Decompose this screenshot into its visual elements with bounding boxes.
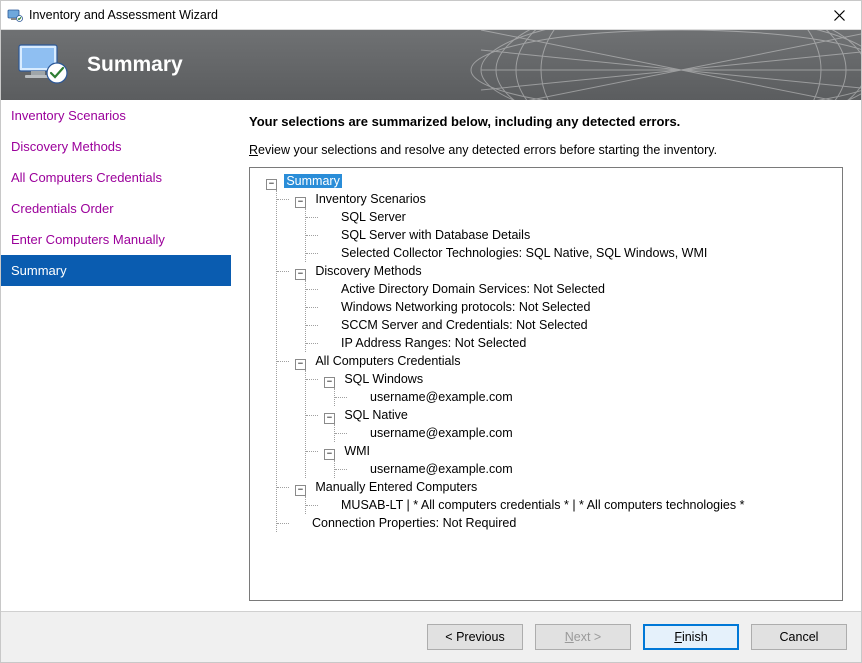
tree-leaf: SQL Server with Database Details (306, 226, 840, 244)
previous-button[interactable]: < Previous (427, 624, 523, 650)
content-subtext-hotkey: R (249, 143, 258, 157)
tree-leaf: SQL Server (306, 208, 840, 226)
wizard-header-icon (15, 41, 69, 90)
tree-leaf-label[interactable]: Connection Properties: Not Required (310, 516, 518, 530)
tree-leaf-connection-properties: Connection Properties: Not Required (277, 514, 840, 532)
next-button-rest: ext > (574, 630, 601, 644)
cancel-button-label: Cancel (780, 630, 819, 644)
tree-leaf-label[interactable]: SQL Server with Database Details (339, 228, 532, 242)
tree-node-manually-entered-computers: − Manually Entered Computers MUSAB-LT | … (277, 478, 840, 514)
previous-button-label: < Previous (445, 630, 504, 644)
sidebar-item-summary[interactable]: Summary (1, 255, 231, 286)
sidebar-item-credentials-order[interactable]: Credentials Order (1, 193, 231, 224)
tree-node-sql-native: − SQL Native username@example.com (306, 406, 840, 442)
minus-square-icon[interactable]: − (295, 485, 306, 496)
tree-node-discovery-methods: − Discovery Methods Active Directory Dom… (277, 262, 840, 352)
banner-decoration (461, 30, 861, 100)
tree-leaf-label[interactable]: Windows Networking protocols: Not Select… (339, 300, 592, 314)
minus-square-icon[interactable]: − (324, 413, 335, 424)
tree-leaf: MUSAB-LT | * All computers credentials *… (306, 496, 840, 514)
minus-square-icon[interactable]: − (295, 359, 306, 370)
summary-tree-panel[interactable]: − Summary − Inventory Scenarios SQL Serv… (249, 167, 843, 601)
tree-node-sql-windows: − SQL Windows username@example.com (306, 370, 840, 406)
tree-node-label[interactable]: Inventory Scenarios (313, 192, 427, 206)
tree-leaf-label[interactable]: Selected Collector Technologies: SQL Nat… (339, 246, 709, 260)
tree-root-label[interactable]: Summary (284, 174, 341, 188)
tree-node-label[interactable]: Manually Entered Computers (313, 480, 479, 494)
body: Inventory Scenarios Discovery Methods Al… (1, 100, 861, 611)
tree-node-label[interactable]: WMI (342, 444, 372, 458)
tree-leaf-label[interactable]: MUSAB-LT | * All computers credentials *… (339, 498, 746, 512)
tree-node-label[interactable]: SQL Native (342, 408, 409, 422)
minus-square-icon[interactable]: − (295, 269, 306, 280)
tree-node-label[interactable]: All Computers Credentials (313, 354, 462, 368)
tree-leaf-label[interactable]: SQL Server (339, 210, 408, 224)
sidebar-item-enter-computers-manually[interactable]: Enter Computers Manually (1, 224, 231, 255)
tree-leaf: Windows Networking protocols: Not Select… (306, 298, 840, 316)
finish-button-rest: inish (682, 630, 708, 644)
tree-leaf-label[interactable]: username@example.com (368, 462, 515, 476)
tree-node-label[interactable]: Discovery Methods (313, 264, 423, 278)
sidebar-item-discovery-methods[interactable]: Discovery Methods (1, 131, 231, 162)
tree-leaf: Active Directory Domain Services: Not Se… (306, 280, 840, 298)
finish-button-hotkey: F (674, 630, 682, 644)
tree-node-all-computers-credentials: − All Computers Credentials − SQL Window… (277, 352, 840, 478)
sidebar-item-inventory-scenarios[interactable]: Inventory Scenarios (1, 100, 231, 131)
tree-leaf-label[interactable]: IP Address Ranges: Not Selected (339, 336, 528, 350)
tree-leaf: IP Address Ranges: Not Selected (306, 334, 840, 352)
sidebar: Inventory Scenarios Discovery Methods Al… (1, 100, 231, 611)
minus-square-icon[interactable]: − (266, 179, 277, 190)
footer: < Previous Next > Finish Cancel (1, 611, 861, 662)
wizard-window: Inventory and Assessment Wizard (0, 0, 862, 663)
content-subtext: Review your selections and resolve any d… (249, 143, 843, 157)
close-icon (834, 10, 845, 21)
content: Your selections are summarized below, in… (231, 100, 861, 611)
tree-leaf-label[interactable]: SCCM Server and Credentials: Not Selecte… (339, 318, 590, 332)
tree-leaf-label[interactable]: Active Directory Domain Services: Not Se… (339, 282, 607, 296)
next-button-hotkey: N (565, 630, 574, 644)
tree-root: − Summary − Inventory Scenarios SQL Serv… (252, 172, 840, 532)
tree-leaf: SCCM Server and Credentials: Not Selecte… (306, 316, 840, 334)
tree-leaf: username@example.com (335, 460, 840, 478)
tree-node-inventory-scenarios: − Inventory Scenarios SQL Server SQL Ser… (277, 190, 840, 262)
minus-square-icon[interactable]: − (295, 197, 306, 208)
tree-leaf: username@example.com (335, 388, 840, 406)
summary-tree: − Summary − Inventory Scenarios SQL Serv… (252, 172, 840, 532)
window-title: Inventory and Assessment Wizard (29, 8, 817, 22)
content-headline: Your selections are summarized below, in… (249, 114, 843, 129)
minus-square-icon[interactable]: − (324, 449, 335, 460)
tree-leaf-label[interactable]: username@example.com (368, 390, 515, 404)
next-button: Next > (535, 624, 631, 650)
banner-title: Summary (87, 53, 183, 77)
tree-node-label[interactable]: SQL Windows (342, 372, 425, 386)
sidebar-item-all-computers-credentials[interactable]: All Computers Credentials (1, 162, 231, 193)
titlebar: Inventory and Assessment Wizard (1, 1, 861, 30)
cancel-button[interactable]: Cancel (751, 624, 847, 650)
finish-button[interactable]: Finish (643, 624, 739, 650)
tree-leaf-label[interactable]: username@example.com (368, 426, 515, 440)
banner: Summary (1, 30, 861, 100)
app-icon (7, 7, 23, 23)
tree-leaf: Selected Collector Technologies: SQL Nat… (306, 244, 840, 262)
close-button[interactable] (817, 1, 861, 29)
minus-square-icon[interactable]: − (324, 377, 335, 388)
tree-node-wmi: − WMI username@example.com (306, 442, 840, 478)
tree-leaf: username@example.com (335, 424, 840, 442)
content-subtext-rest: eview your selections and resolve any de… (258, 143, 717, 157)
